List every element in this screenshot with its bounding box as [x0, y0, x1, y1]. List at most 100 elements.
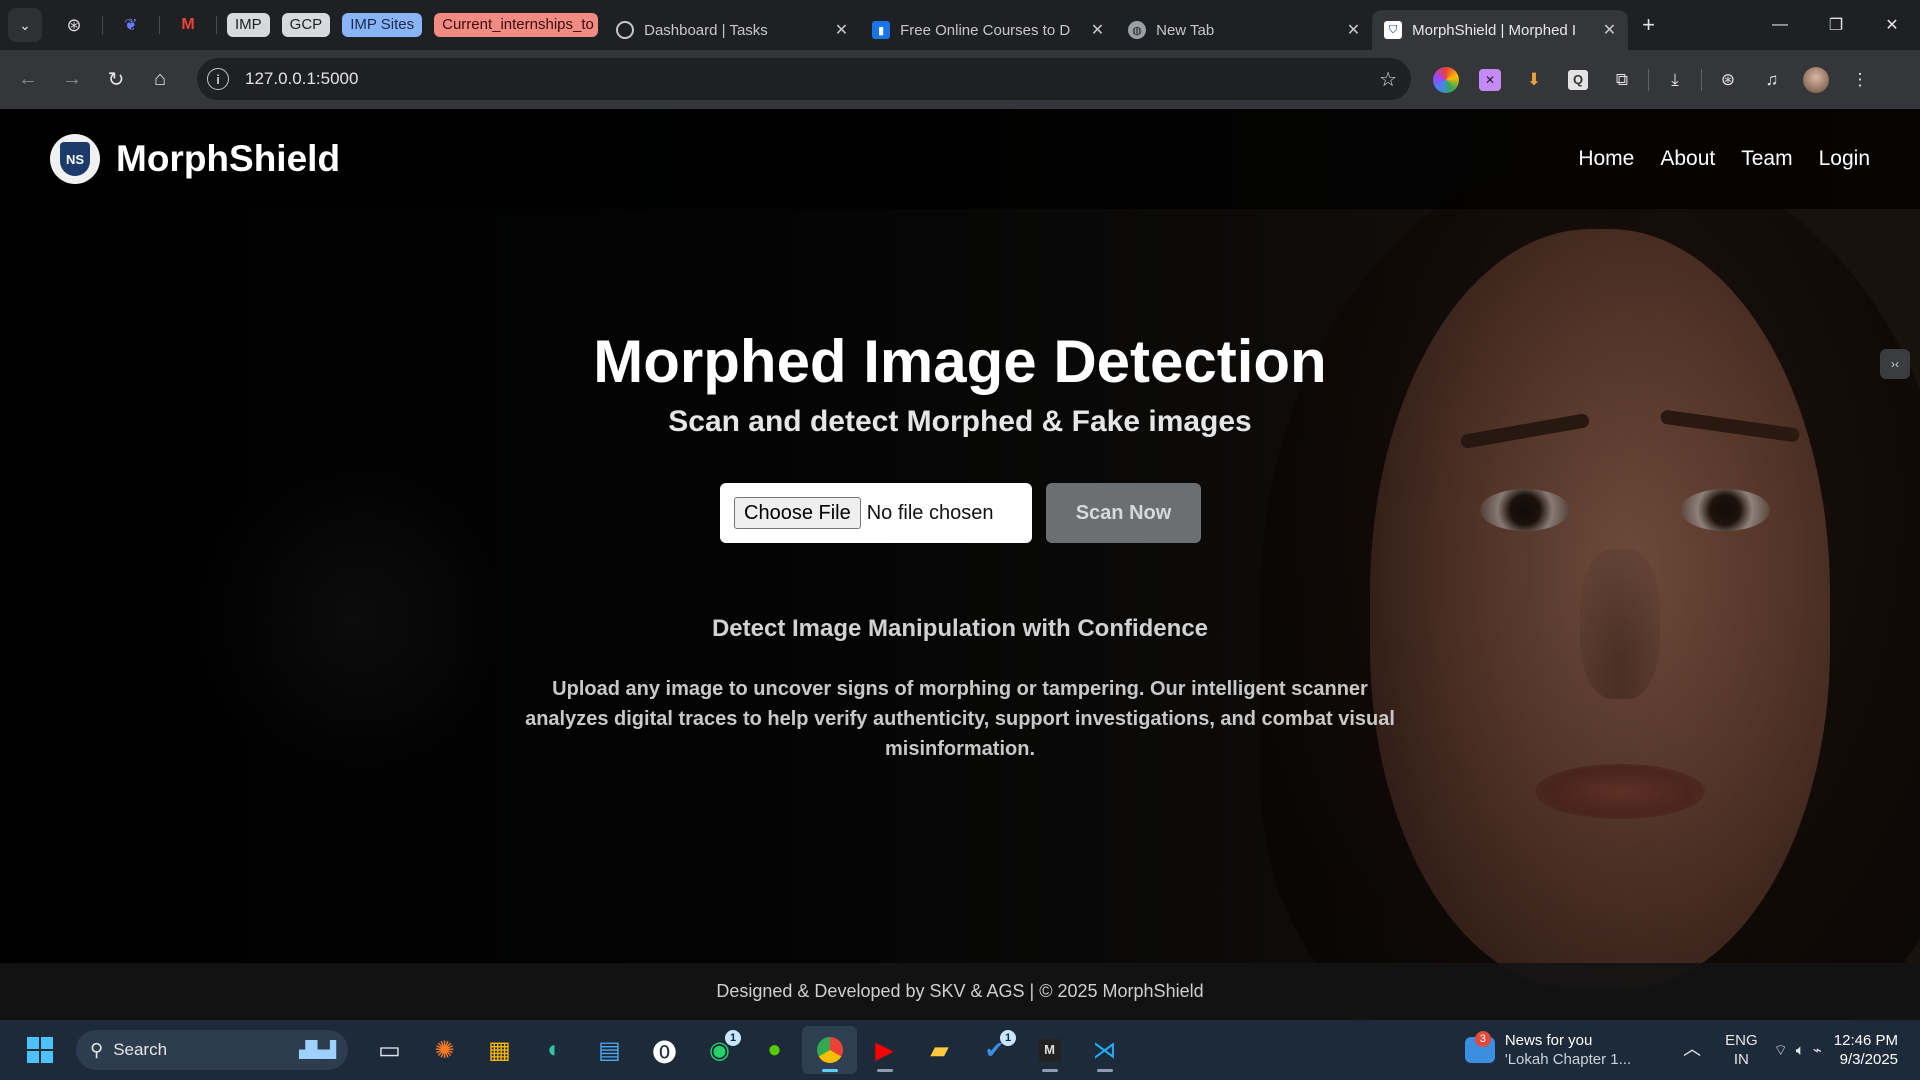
- home-button[interactable]: ⌂: [138, 58, 182, 102]
- taskbar-chrome[interactable]: [802, 1026, 857, 1074]
- nav-home-link[interactable]: Home: [1578, 147, 1634, 171]
- taskbar-store[interactable]: ▦: [472, 1026, 527, 1074]
- close-icon[interactable]: ✕: [1091, 20, 1104, 40]
- back-button[interactable]: ←: [6, 58, 50, 102]
- taskbar-task-view[interactable]: ▭: [362, 1026, 417, 1074]
- tab-dashboard[interactable]: Dashboard | Tasks ✕: [604, 10, 860, 50]
- brand-name[interactable]: MorphShield: [116, 138, 340, 180]
- tab-group-imp[interactable]: IMP: [227, 13, 270, 37]
- downloads-icon[interactable]: ⤓: [1658, 63, 1692, 97]
- tab-group-gcp[interactable]: GCP: [281, 13, 331, 37]
- tab-group-imp-sites[interactable]: IMP Sites: [342, 13, 423, 37]
- hero-title: Morphed Image Detection: [593, 328, 1327, 395]
- taskbar-search[interactable]: ⚲ Search ▟▙▟: [76, 1030, 348, 1070]
- taskbar-vscode[interactable]: ⋊: [1077, 1026, 1132, 1074]
- taskbar-file-explorer[interactable]: ▰: [912, 1026, 967, 1074]
- upload-form: Choose File No file chosen Scan Now: [720, 483, 1201, 543]
- taskbar-xampp[interactable]: ✺: [417, 1026, 472, 1074]
- globe-icon: ◍: [1128, 21, 1147, 39]
- divider: [1648, 68, 1649, 91]
- pinned-tab-app[interactable]: ❦: [111, 8, 151, 42]
- taskbar-whatsapp[interactable]: ◉ 1: [692, 1026, 747, 1074]
- home-icon: ⌂: [153, 68, 167, 90]
- language-indicator[interactable]: ENG IN: [1725, 1031, 1758, 1069]
- chevron-up-icon: ︿: [1683, 1039, 1702, 1059]
- tab-title: Free Online Courses to D: [900, 21, 1071, 39]
- site-info-icon[interactable]: i: [207, 68, 229, 90]
- close-window-button[interactable]: ✕: [1864, 0, 1920, 50]
- bookmark-star-icon[interactable]: ☆: [1379, 67, 1397, 92]
- new-tab-button[interactable]: +: [1642, 12, 1655, 38]
- divider: [102, 16, 103, 34]
- taskbar-uber[interactable]: ⓿: [637, 1026, 692, 1074]
- tab-title: MorphShield | Morphed I: [1412, 21, 1577, 39]
- forward-button[interactable]: →: [50, 58, 94, 102]
- openai-sidebar-icon[interactable]: ⊛: [1711, 63, 1745, 97]
- nav-about-link[interactable]: About: [1660, 147, 1715, 171]
- choose-file-button[interactable]: Choose File: [734, 497, 861, 529]
- close-icon[interactable]: ✕: [1603, 20, 1616, 40]
- folder-icon: ▰: [930, 1036, 949, 1064]
- chevron-down-icon: ⌄: [19, 16, 31, 33]
- shield-icon: ⛉: [1384, 21, 1403, 39]
- search-placeholder: Search: [113, 1040, 168, 1059]
- restore-icon: ❐: [1828, 17, 1844, 34]
- news-widget[interactable]: 3 News for you 'Lokah Chapter 1...: [1464, 1031, 1632, 1069]
- extension-q-icon[interactable]: Q: [1561, 63, 1595, 97]
- notepad-icon: ▤: [598, 1036, 621, 1064]
- openai-icon: [616, 21, 635, 39]
- tab-morphshield[interactable]: ⛉ MorphShield | Morphed I ✕: [1372, 10, 1629, 50]
- taskbar-notepad[interactable]: ▤: [582, 1026, 637, 1074]
- close-icon[interactable]: ✕: [835, 20, 848, 40]
- pinned-tab-gmail[interactable]: M: [168, 8, 208, 42]
- show-hidden-icons-button[interactable]: ︿: [1683, 1040, 1701, 1060]
- file-input[interactable]: Choose File No file chosen: [720, 483, 1032, 543]
- taskbar-edge[interactable]: ◐: [527, 1026, 582, 1074]
- taskbar-todo[interactable]: ✔ 1: [967, 1026, 1022, 1074]
- m-app-icon: M: [1038, 1039, 1061, 1061]
- restore-button[interactable]: ❐: [1808, 0, 1864, 50]
- pinned-tab-openai[interactable]: ⊛: [54, 8, 94, 42]
- taskbar-duolingo[interactable]: ●: [747, 1026, 802, 1074]
- divider: [1701, 68, 1702, 91]
- plus-icon: +: [1642, 12, 1655, 37]
- browser-tab-bar: ⌄ ⊛ ❦ M IMP GCP IMP Sites Current_intern…: [0, 0, 1920, 50]
- arrow-right-icon: →: [62, 68, 82, 90]
- taskbar-m-app[interactable]: M: [1022, 1026, 1077, 1074]
- url-text[interactable]: 127.0.0.1:5000: [245, 69, 358, 89]
- taskbar-youtube[interactable]: ▶: [857, 1026, 912, 1074]
- address-bar[interactable]: i 127.0.0.1:5000 ☆: [197, 58, 1411, 100]
- scan-now-button[interactable]: Scan Now: [1046, 483, 1201, 543]
- side-extension-icon[interactable]: ›‹: [1880, 349, 1910, 379]
- battery-button[interactable]: ⌁: [1813, 1041, 1822, 1060]
- tab-search-button[interactable]: ⌄: [8, 8, 42, 42]
- tab-group-internships[interactable]: Current_internships_to: [434, 13, 599, 37]
- profile-avatar[interactable]: [1799, 63, 1833, 97]
- clock-date: 9/3/2025: [1839, 1051, 1898, 1068]
- tab-free-courses[interactable]: ▮ Free Online Courses to D ✕: [860, 10, 1116, 50]
- reload-button[interactable]: ↻: [94, 58, 138, 102]
- network-button[interactable]: ⌔: [1774, 1041, 1788, 1060]
- browser-menu-icon[interactable]: ⋮: [1843, 63, 1877, 97]
- wifi-icon: ⌔: [1773, 1041, 1788, 1059]
- app-icon: ❦: [124, 17, 138, 34]
- arrow-left-icon: ←: [18, 68, 38, 90]
- extensions-puzzle-icon[interactable]: ⧉: [1605, 63, 1639, 97]
- nav-team-link[interactable]: Team: [1741, 147, 1792, 171]
- nav-login-link[interactable]: Login: [1819, 147, 1870, 171]
- extension-game-icon[interactable]: ✕: [1473, 63, 1507, 97]
- tab-new-tab[interactable]: ◍ New Tab ✕: [1116, 10, 1372, 50]
- close-icon[interactable]: ✕: [1347, 20, 1360, 40]
- background-overlay: [0, 109, 1920, 1020]
- extension-gemini-icon[interactable]: [1429, 63, 1463, 97]
- volume-button[interactable]: 🔈︎: [1796, 1041, 1805, 1060]
- duolingo-icon: ●: [767, 1036, 782, 1063]
- site-logo[interactable]: NS: [50, 134, 100, 184]
- news-subtitle: 'Lokah Chapter 1...: [1504, 1051, 1632, 1068]
- start-button[interactable]: [18, 1028, 62, 1072]
- extension-download-helper-icon[interactable]: ⬇: [1517, 63, 1551, 97]
- browser-toolbar: ← → ↻ ⌂ i 127.0.0.1:5000 ☆ ✕ ⬇ Q ⧉ ⤓ ⊛ ♫…: [0, 50, 1920, 109]
- clock[interactable]: 12:46 PM 9/3/2025: [1834, 1031, 1898, 1069]
- minimize-button[interactable]: —: [1752, 0, 1808, 50]
- media-control-icon[interactable]: ♫: [1755, 63, 1789, 97]
